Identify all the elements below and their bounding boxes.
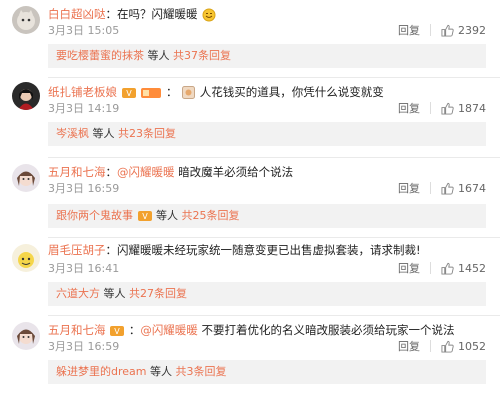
reply-user[interactable]: 六道大方 xyxy=(56,287,100,300)
girl-avatar-image xyxy=(12,82,40,110)
comment-actions: 回复 1052 xyxy=(398,338,486,354)
comment-body: 纸扎铺老板娘 V ： 人花钱买的道具，你凭什么说变就变 xyxy=(48,84,384,100)
separator: ： xyxy=(165,85,178,99)
mention-link[interactable]: @闪耀暖暖 xyxy=(117,165,175,179)
reply-button[interactable]: 回复 xyxy=(398,100,420,116)
like-count: 1452 xyxy=(458,261,486,275)
image-icon xyxy=(182,86,196,99)
replies-summary[interactable]: 要吃樱蕾蜜的抹茶 等人 共37条回复 xyxy=(48,44,486,68)
separator: ： xyxy=(105,7,118,21)
timestamp: 3月3日 16:41 xyxy=(48,262,120,275)
like-count: 1674 xyxy=(458,181,486,195)
comment-text: 人花钱买的道具，你凭什么说变就变 xyxy=(199,85,384,99)
divider xyxy=(430,262,431,274)
timestamp: 3月3日 14:19 xyxy=(48,102,120,115)
reply-user[interactable]: 躲进梦里的dream xyxy=(56,365,147,378)
comment-3: 五月和七海：@闪耀暖暖 暗改魔羊必须给个说法 3月3日 16:59 回复 167… xyxy=(0,158,500,238)
thumbs-up-icon[interactable] xyxy=(441,182,454,195)
comment-2: 纸扎铺老板娘 V ： 人花钱买的道具，你凭什么说变就变 3月3日 14:19 回… xyxy=(0,78,500,158)
cat-avatar-image xyxy=(12,6,40,34)
avatar[interactable] xyxy=(12,322,40,350)
divider xyxy=(430,182,431,194)
separator: ： xyxy=(128,323,141,337)
thumbs-up-icon[interactable] xyxy=(441,24,454,37)
reply-button[interactable]: 回复 xyxy=(398,338,420,354)
comment-4: 眉毛压胡子：闪耀暖暖未经玩家统一随意变更已出售虚拟套装，请求制裁! 3月3日 1… xyxy=(0,238,500,316)
comment-body: 白白超凶哒：在吗？闪耀暖暖 xyxy=(48,6,217,22)
reply-button[interactable]: 回复 xyxy=(398,22,420,38)
svg-text:V: V xyxy=(114,327,120,336)
username[interactable]: 五月和七海 xyxy=(48,323,106,337)
divider xyxy=(430,102,431,114)
comment-body: 五月和七海：@闪耀暖暖 暗改魔羊必须给个说法 xyxy=(48,164,293,180)
timestamp: 3月3日 16:59 xyxy=(48,340,120,353)
divider xyxy=(430,24,431,36)
avatar[interactable] xyxy=(12,244,40,272)
svg-text:V: V xyxy=(126,89,132,98)
thumbs-up-icon[interactable] xyxy=(441,102,454,115)
reply-mid: 等人 xyxy=(147,49,170,62)
comment-5: 五月和七海 V ：@闪耀暖暖 不要打着优化的名义暗改服装必须给玩家一个说法 3月… xyxy=(0,316,500,394)
cartoon-avatar-image xyxy=(12,244,40,272)
smile-emoji-icon xyxy=(202,8,216,21)
timestamp: 3月3日 16:59 xyxy=(48,182,120,195)
mention-link[interactable]: @闪耀暖暖 xyxy=(140,323,198,337)
replies-summary[interactable]: 六道大方 等人 共27条回复 xyxy=(48,282,486,306)
thumbs-up-icon[interactable] xyxy=(441,262,454,275)
reply-total[interactable]: 共27条回复 xyxy=(129,287,187,300)
separator: ： xyxy=(105,165,118,179)
comment-body: 眉毛压胡子：闪耀暖暖未经玩家统一随意变更已出售虚拟套装，请求制裁! xyxy=(48,242,421,258)
like-count: 1052 xyxy=(458,339,486,353)
separator: ： xyxy=(105,243,118,257)
vip-badge-icon: V xyxy=(110,325,125,336)
vip-badge-icon: V xyxy=(137,211,152,221)
svg-text:V: V xyxy=(142,212,148,221)
reply-total[interactable]: 共3条回复 xyxy=(176,365,227,378)
avatar[interactable] xyxy=(12,6,40,34)
replies-summary[interactable]: 跟你两个鬼故事 V 等人 共25条回复 xyxy=(48,204,486,228)
comment-text: 不要打着优化的名义暗改服装必须给玩家一个说法 xyxy=(201,323,455,337)
comment-actions: 回复 1874 xyxy=(398,100,486,116)
username[interactable]: 纸扎铺老板娘 xyxy=(48,85,117,99)
reply-mid: 等人 xyxy=(92,127,115,140)
avatar[interactable] xyxy=(12,164,40,192)
reply-mid: 等人 xyxy=(103,287,126,300)
anime-avatar-image xyxy=(12,322,40,350)
username[interactable]: 五月和七海 xyxy=(48,165,106,179)
timestamp: 3月3日 15:05 xyxy=(48,24,120,37)
comment-1: 白白超凶哒：在吗？闪耀暖暖 3月3日 15:05 回复 2392 要吃樱蕾蜜的抹… xyxy=(0,0,500,78)
divider xyxy=(430,340,431,352)
thumbs-up-icon[interactable] xyxy=(441,340,454,353)
avatar[interactable] xyxy=(12,82,40,110)
reply-mid: 等人 xyxy=(156,209,178,222)
like-count: 1874 xyxy=(458,101,486,115)
like-count: 2392 xyxy=(458,23,486,37)
replies-summary[interactable]: 岑溪枫 等人 共23条回复 xyxy=(48,122,486,146)
reply-mid: 等人 xyxy=(150,365,172,378)
username[interactable]: 白白超凶哒 xyxy=(48,7,106,21)
reply-user[interactable]: 岑溪枫 xyxy=(56,127,89,140)
reply-user[interactable]: 要吃樱蕾蜜的抹茶 xyxy=(56,49,144,62)
reply-total[interactable]: 共23条回复 xyxy=(118,127,176,140)
username[interactable]: 眉毛压胡子 xyxy=(48,243,106,257)
reply-total[interactable]: 共37条回复 xyxy=(173,49,231,62)
fan-badge-icon xyxy=(141,87,162,98)
reply-user[interactable]: 跟你两个鬼故事 xyxy=(56,209,133,222)
comment-actions: 回复 1452 xyxy=(398,260,486,276)
reply-total[interactable]: 共25条回复 xyxy=(182,209,240,222)
comment-text: 在吗？闪耀暖暖 xyxy=(117,7,198,21)
comment-text: 闪耀暖暖未经玩家统一随意变更已出售虚拟套装，请求制裁! xyxy=(117,243,421,257)
anime-avatar-image xyxy=(12,164,40,192)
reply-button[interactable]: 回复 xyxy=(398,180,420,196)
comment-body: 五月和七海 V ：@闪耀暖暖 不要打着优化的名义暗改服装必须给玩家一个说法 xyxy=(48,322,454,338)
vip-badge-icon: V xyxy=(121,87,136,98)
comment-text: 暗改魔羊必须给个说法 xyxy=(178,165,294,179)
comment-actions: 回复 2392 xyxy=(398,22,486,38)
replies-summary[interactable]: 躲进梦里的dream 等人 共3条回复 xyxy=(48,360,486,384)
reply-button[interactable]: 回复 xyxy=(398,260,420,276)
comment-actions: 回复 1674 xyxy=(398,180,486,196)
